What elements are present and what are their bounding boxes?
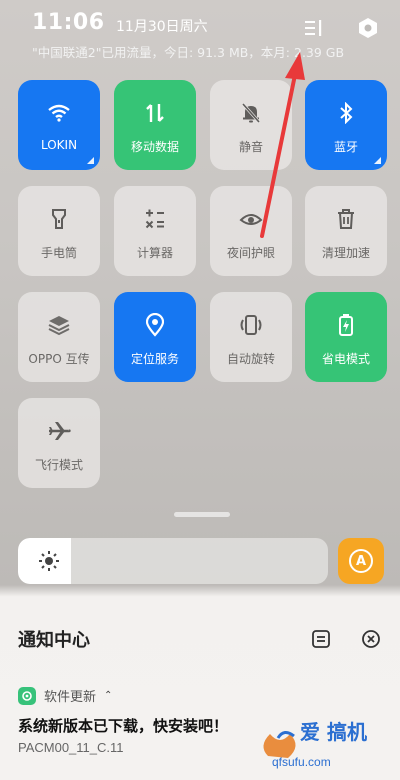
tile-night-mode[interactable]: 夜间护眼 <box>210 186 292 276</box>
expand-corner <box>87 157 94 164</box>
expand-corner <box>374 157 381 164</box>
tile-battery-saver[interactable]: 省电模式 <box>305 292 387 382</box>
tile-label: OPPO 互传 <box>28 352 90 366</box>
mobile-data-icon <box>142 100 168 126</box>
auto-brightness-button[interactable]: A <box>338 538 384 584</box>
tile-label: 计算器 <box>136 246 173 260</box>
notification-detail: PACM00_11_C.11 <box>18 740 124 755</box>
brightness-slider[interactable] <box>18 538 328 584</box>
tile-label: 飞行模式 <box>34 458 83 472</box>
tile-label: 自动旋转 <box>226 352 275 366</box>
edit-tiles-icon[interactable] <box>300 14 328 42</box>
tile-cleanup[interactable]: 清理加速 <box>305 186 387 276</box>
status-bar: 11:06 11月30日周六 "中国联通2"已用流量，今日: 91.3 MB，本… <box>0 0 400 70</box>
notification-header[interactable]: 软件更新 ⌃ <box>18 686 112 705</box>
watermark-text: 爱 搞机 <box>300 720 367 744</box>
tile-label: 夜间护眼 <box>226 246 275 260</box>
tile-location[interactable]: 定位服务 <box>114 292 196 382</box>
notification-center-title: 通知中心 <box>18 630 90 651</box>
calculator-icon <box>142 206 168 232</box>
data-usage-text: "中国联通2"已用流量，今日: 91.3 MB，本月: 2.39 GB <box>32 45 345 60</box>
eye-icon <box>238 206 264 232</box>
notification-message[interactable]: 系统新版本已下载，快安装吧！ <box>18 715 228 736</box>
share-icon <box>46 312 72 338</box>
tile-mobile-data[interactable]: 移动数据 <box>114 80 196 170</box>
notification-settings-icon[interactable] <box>310 628 332 650</box>
software-update-icon <box>18 686 36 705</box>
rotate-icon <box>238 312 264 338</box>
mute-bell-icon <box>238 100 264 126</box>
tile-calculator[interactable]: 计算器 <box>114 186 196 276</box>
battery-saver-icon <box>333 312 359 338</box>
clock: 11:06 <box>32 10 105 35</box>
wifi-icon <box>46 100 72 126</box>
tile-auto-rotate[interactable]: 自动旋转 <box>210 292 292 382</box>
tile-label: 静音 <box>238 140 263 154</box>
drag-handle[interactable] <box>174 512 230 517</box>
airplane-icon <box>46 418 72 444</box>
location-icon <box>142 312 168 338</box>
tile-airplane[interactable]: 飞行模式 <box>18 398 100 488</box>
chevron-up-icon[interactable]: ⌃ <box>104 690 112 701</box>
notification-app-name: 软件更新 <box>44 690 97 705</box>
tile-label: 手电筒 <box>40 246 77 260</box>
tile-label: LOKIN <box>40 138 78 152</box>
auto-brightness-label: A <box>349 549 373 573</box>
date-label: 11月30日周六 <box>116 19 208 35</box>
tile-label: 省电模式 <box>321 352 370 366</box>
tile-label: 蓝牙 <box>333 140 358 154</box>
trash-icon <box>333 206 359 232</box>
tile-mute[interactable]: 静音 <box>210 80 292 170</box>
tile-label: 定位服务 <box>130 352 179 366</box>
watermark-url: qfsufu.com <box>272 755 331 769</box>
sun-icon <box>38 550 60 572</box>
tile-flashlight[interactable]: 手电筒 <box>18 186 100 276</box>
tile-label: 移动数据 <box>130 140 179 154</box>
settings-icon[interactable] <box>354 14 382 42</box>
flashlight-icon <box>46 206 72 232</box>
tile-oppo-share[interactable]: OPPO 互传 <box>18 292 100 382</box>
tile-wifi[interactable]: LOKIN <box>18 80 100 170</box>
tile-bluetooth[interactable]: 蓝牙 <box>305 80 387 170</box>
clear-all-icon[interactable] <box>360 628 382 650</box>
bluetooth-icon <box>333 100 359 126</box>
tile-label: 清理加速 <box>321 246 370 260</box>
